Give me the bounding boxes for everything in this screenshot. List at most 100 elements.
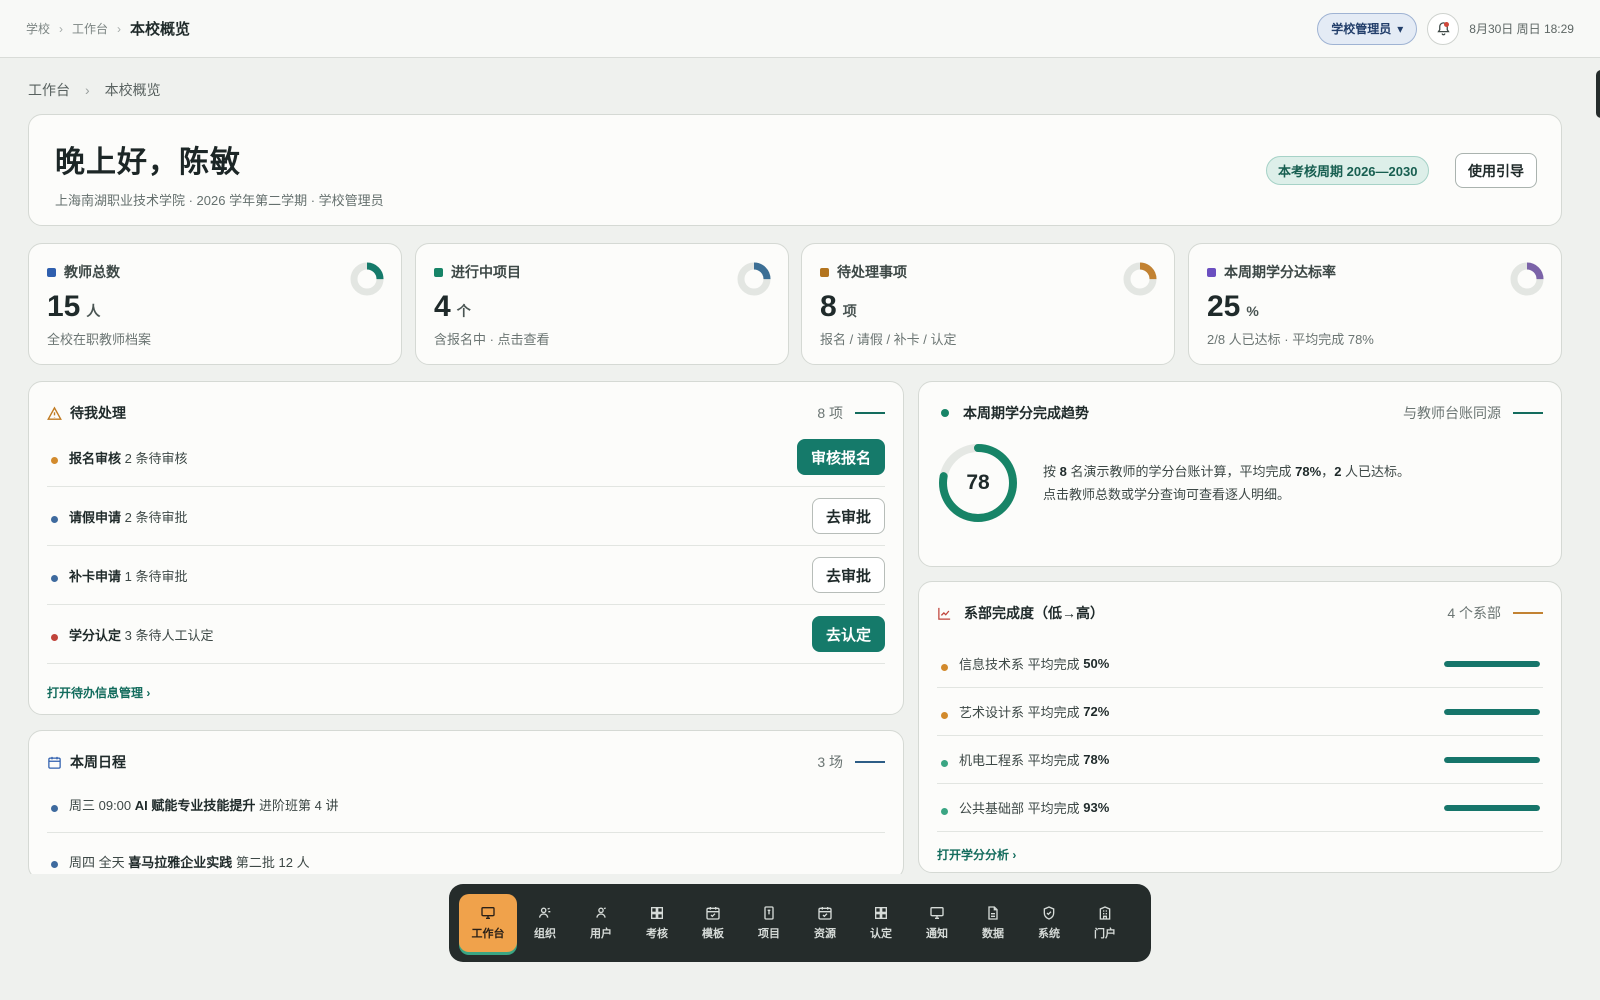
department-completion-panel: 系部完成度（低→高） 4 个系部 信息技术系 平均完成 50% 艺术设计系 平均…: [918, 581, 1562, 873]
stat-unit: 项: [842, 303, 857, 319]
page-breadcrumb-separator: ›: [85, 82, 90, 98]
guide-button[interactable]: 使用引导: [1455, 153, 1537, 188]
dock-item-2[interactable]: 组织: [517, 894, 573, 952]
completion-gauge[interactable]: 78: [937, 442, 1019, 524]
dock-item-4[interactable]: 考核: [629, 894, 685, 952]
stat-color-marker: [1207, 267, 1216, 277]
todo-count: 8 项: [817, 405, 843, 421]
stat-card-credit-rate[interactable]: 本周期学分达标率 25% 2/8 人已达标 · 平均完成 78%: [1188, 243, 1562, 365]
dock-item-1[interactable]: 工作台: [459, 894, 517, 952]
todo-item: 请假申请 2 条待审批 去审批: [47, 487, 885, 546]
grid-icon: [875, 907, 887, 919]
stat-card-projects[interactable]: 进行中项目 4个 含报名中 · 点击查看: [415, 243, 789, 365]
trend-average: 78%: [1295, 464, 1322, 479]
dept-row[interactable]: 艺术设计系 平均完成 72%: [937, 688, 1543, 736]
calendar-check-icon: [818, 907, 832, 920]
side-drawer-handle[interactable]: [1596, 70, 1600, 118]
dock-item-6[interactable]: 项目: [741, 894, 797, 952]
dept-progress-fill: [1444, 756, 1540, 763]
todo-name: 补卡申请: [69, 568, 122, 584]
shield-icon: [1043, 906, 1055, 920]
stat-ring-icon: [350, 262, 384, 296]
todo-panel-title: 待我处理: [70, 405, 126, 421]
open-todo-management-link[interactable]: 打开待办信息管理 ›: [47, 684, 885, 701]
todo-text: 学分认定 3 条待人工认定: [69, 625, 213, 644]
schedule-panel-header: 本周日程 3 场: [47, 747, 885, 777]
file-icon: [764, 906, 774, 920]
stat-value: 25: [1207, 290, 1241, 323]
dock-item-label: 通知: [926, 928, 948, 940]
schedule-desc: 进阶班第 4 讲: [259, 798, 339, 813]
stat-note: 报名 / 请假 / 补卡 / 认定: [820, 332, 957, 347]
stat-card-teachers[interactable]: 教师总数 15 人 全校在职教师档案: [28, 243, 402, 365]
dock-item-11[interactable]: 系统: [1021, 894, 1077, 952]
open-credit-analysis-link[interactable]: 打开学分分析 ›: [937, 846, 1543, 863]
trend-panel-title: 本周期学分完成趋势: [963, 405, 1089, 421]
dept-progress-fill: [1444, 660, 1540, 667]
todo-desc: 2 条待审批: [124, 509, 188, 525]
page-breadcrumb: 工作台 › 本校概览: [28, 80, 161, 100]
stat-value: 8: [820, 290, 837, 323]
trend-teacher-count: 8: [1059, 464, 1067, 479]
org-icon: [539, 907, 551, 918]
grid-icon: [651, 907, 663, 919]
stat-card-pending[interactable]: 待处理事项 8项 报名 / 请假 / 补卡 / 认定: [801, 243, 1175, 365]
todo-name: 学分认定: [69, 627, 122, 643]
schedule-time: 周三 09:00: [69, 798, 132, 813]
stat-label: 待处理事项: [837, 264, 907, 280]
bottom-dock: 工作台 组织 用户 考核 模板 项目 资源 认定 通知 数据 系统 门户: [449, 884, 1151, 962]
schedule-item[interactable]: 周三 09:00 AI 赋能专业技能提升 进阶班第 4 讲: [47, 777, 885, 833]
dept-bullet: [941, 807, 948, 815]
todo-desc: 3 条待人工认定: [124, 627, 214, 643]
dept-progress-fill: [1444, 804, 1540, 811]
schedule-time: 周四 全天: [69, 854, 125, 870]
dept-panel-title: 系部完成度（低→高）: [964, 605, 1104, 621]
stat-note: 含报名中 · 点击查看: [434, 332, 550, 347]
review-enrollment-button[interactable]: 审核报名: [796, 439, 885, 475]
todo-text: 补卡申请 1 条待审批: [69, 566, 187, 585]
dock-item-3[interactable]: 用户: [573, 894, 629, 952]
stat-ring-icon: [1510, 262, 1544, 296]
building-icon: [1099, 906, 1111, 920]
trend-panel-header: 本周期学分完成趋势 与教师台账同源: [937, 398, 1543, 428]
todo-item: 学分认定 3 条待人工认定 去认定: [47, 605, 885, 664]
approve-leave-button[interactable]: 去审批: [811, 498, 885, 534]
dept-row[interactable]: 机电工程系 平均完成 78%: [937, 736, 1543, 784]
role-switcher-button[interactable]: 学校管理员 ▾: [1317, 12, 1418, 45]
breadcrumb-item-workbench[interactable]: 工作台: [72, 20, 108, 37]
schedule-name: AI 赋能专业技能提升: [134, 798, 256, 813]
panel-accent-line: [1513, 412, 1543, 414]
dept-row[interactable]: 信息技术系 平均完成 50%: [937, 640, 1543, 688]
dock-item-12[interactable]: 门户: [1077, 894, 1133, 952]
dock-item-label: 项目: [758, 928, 780, 940]
dept-metric-label: 平均完成: [1027, 705, 1080, 720]
dock-item-7[interactable]: 资源: [797, 894, 853, 952]
stat-color-marker: [434, 267, 443, 277]
warning-icon: [47, 405, 62, 420]
schedule-count: 3 场: [817, 754, 843, 770]
dept-progress-bar: [1444, 660, 1540, 667]
dock-item-8[interactable]: 认定: [853, 894, 909, 952]
schedule-desc: 第二批 12 人: [235, 854, 310, 870]
dept-row[interactable]: 公共基础部 平均完成 93%: [937, 784, 1543, 832]
stat-note: 全校在职教师档案: [47, 332, 152, 347]
breadcrumb-item-school[interactable]: 学校: [26, 20, 50, 37]
approve-punch-button[interactable]: 去审批: [811, 557, 885, 593]
notification-button[interactable]: [1427, 12, 1460, 45]
dept-progress-bar: [1444, 756, 1540, 763]
dock-item-10[interactable]: 数据: [965, 894, 1021, 952]
dock-item-5[interactable]: 模板: [685, 894, 741, 952]
todo-text: 请假申请 2 条待审批: [69, 507, 187, 526]
dept-metric-label: 平均完成: [1027, 657, 1080, 672]
todo-desc: 1 条待审批: [124, 568, 188, 584]
dock-item-label: 组织: [534, 928, 556, 940]
todo-desc: 2 条待审核: [124, 450, 188, 466]
page-breadcrumb-workbench[interactable]: 工作台: [28, 80, 70, 100]
dock-item-label: 数据: [982, 928, 1004, 940]
confirm-credit-button[interactable]: 去认定: [811, 616, 885, 652]
todo-name: 请假申请: [69, 509, 122, 525]
stat-ring-icon: [737, 262, 771, 296]
dock-item-9[interactable]: 通知: [909, 894, 965, 952]
stat-value: 4: [434, 290, 451, 323]
panel-accent-line: [855, 412, 885, 414]
